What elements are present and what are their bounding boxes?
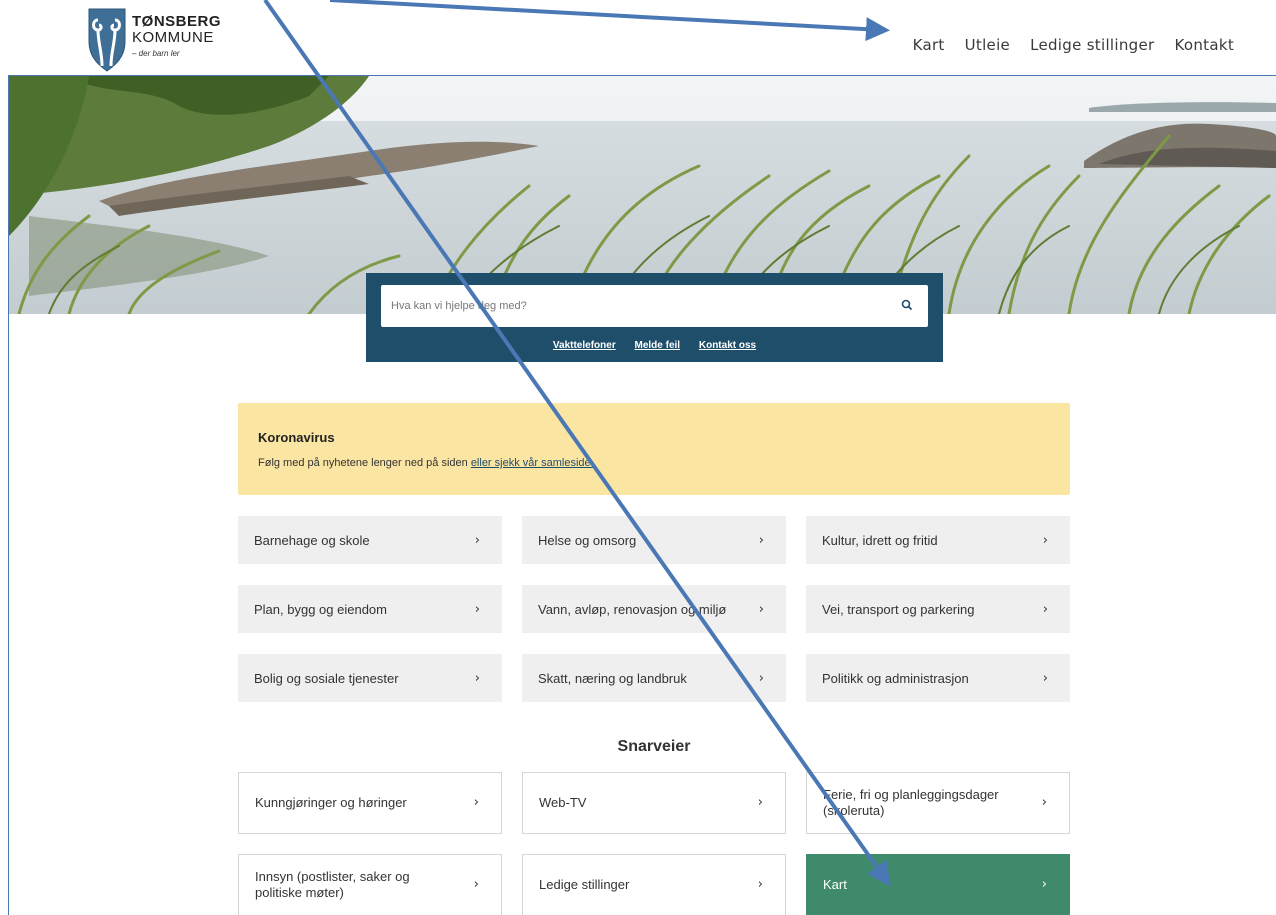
category-label: Bolig og sosiale tjenester — [254, 670, 399, 686]
category-label: Kultur, idrett og fritid — [822, 532, 938, 548]
search-icon[interactable] — [900, 298, 914, 312]
chevron-right-icon: › — [1041, 795, 1047, 811]
shortcut-tile[interactable]: Ledige stillinger › — [522, 854, 786, 915]
chevron-right-icon: › — [1042, 670, 1048, 686]
link-vakttelefoner[interactable]: Vakttelefoner — [553, 340, 616, 351]
chevron-right-icon: › — [1041, 877, 1047, 893]
shortcut-label: Kart — [823, 877, 847, 893]
shortcut-tile[interactable]: Web-TV › — [522, 772, 786, 834]
notice-title: Koronavirus — [258, 430, 335, 445]
shortcuts-heading: Snarveier — [617, 738, 691, 755]
category-label: Barnehage og skole — [254, 532, 370, 548]
top-navigation: Kart Utleie Ledige stillinger Kontakt — [913, 36, 1234, 54]
search-input[interactable] — [381, 285, 881, 327]
shortcut-tile[interactable]: Kunngjøringer og høringer › — [238, 772, 502, 834]
logo-name: TØNSBERG — [132, 13, 222, 30]
category-tile[interactable]: Skatt, næring og landbruk › — [522, 654, 786, 702]
chevron-right-icon: › — [758, 670, 764, 686]
arrow-to-nav-kart — [329, 0, 890, 42]
link-kontakt-oss[interactable]: Kontakt oss — [699, 340, 756, 351]
chevron-right-icon: › — [1042, 532, 1048, 548]
coat-of-arms-icon — [88, 8, 126, 72]
category-tile[interactable]: Helse og omsorg › — [522, 516, 786, 564]
corona-notice: Koronavirus Følg med på nyhetene lenger … — [238, 403, 1070, 495]
nav-kontakt[interactable]: Kontakt — [1174, 36, 1234, 54]
category-label: Vann, avløp, renovasjon og miljø — [538, 601, 727, 617]
nav-kart[interactable]: Kart — [913, 36, 945, 54]
shortcut-tile-kart-active[interactable]: Kart › — [806, 854, 1070, 915]
search-box — [381, 285, 928, 327]
notice-text: Følg med på nyhetene lenger ned på siden… — [258, 457, 594, 469]
chevron-right-icon: › — [757, 877, 763, 893]
category-label: Plan, bygg og eiendom — [254, 601, 387, 617]
category-tile[interactable]: Vann, avløp, renovasjon og miljø › — [522, 585, 786, 633]
category-tile[interactable]: Vei, transport og parkering › — [806, 585, 1070, 633]
nav-utleie[interactable]: Utleie — [965, 36, 1010, 54]
category-tile[interactable]: Bolig og sosiale tjenester › — [238, 654, 502, 702]
category-label: Politikk og administrasjon — [822, 670, 969, 686]
chevron-right-icon: › — [474, 670, 480, 686]
chevron-right-icon: › — [757, 795, 763, 811]
category-tile[interactable]: Plan, bygg og eiendom › — [238, 585, 502, 633]
shortcut-label: Innsyn (postlister, saker og politiske m… — [255, 869, 410, 900]
site-logo[interactable]: TØNSBERG KOMMUNE – der barn ler — [88, 8, 221, 72]
chevron-right-icon: › — [758, 601, 764, 617]
chevron-right-icon: › — [473, 795, 479, 811]
chevron-right-icon: › — [758, 532, 764, 548]
category-tile[interactable]: Politikk og administrasjon › — [806, 654, 1070, 702]
category-tile[interactable]: Barnehage og skole › — [238, 516, 502, 564]
logo-kommune: KOMMUNE — [132, 29, 214, 46]
category-label: Vei, transport og parkering — [822, 601, 975, 617]
shortcut-label: Ledige stillinger — [539, 877, 630, 893]
notice-link[interactable]: eller sjekk vår samleside. — [471, 457, 594, 469]
nav-ledige-stillinger[interactable]: Ledige stillinger — [1030, 36, 1154, 54]
notice-body: Følg med på nyhetene lenger ned på siden — [258, 457, 471, 469]
chevron-right-icon: › — [1042, 601, 1048, 617]
search-panel: Vakttelefoner Melde feil Kontakt oss — [366, 273, 943, 362]
chevron-right-icon: › — [473, 877, 479, 893]
category-tile[interactable]: Kultur, idrett og fritid › — [806, 516, 1070, 564]
chevron-right-icon: › — [474, 532, 480, 548]
shortcut-label: Ferie, fri og planleggingsdager (skoleru… — [823, 787, 999, 818]
category-label: Skatt, næring og landbruk — [538, 670, 687, 686]
logo-tagline: – der barn ler — [132, 49, 180, 58]
shortcut-label: Web-TV — [539, 795, 587, 811]
category-label: Helse og omsorg — [538, 532, 637, 548]
quick-links: Vakttelefoner Melde feil Kontakt oss — [366, 340, 943, 351]
shortcut-label: Kunngjøringer og høringer — [255, 795, 407, 811]
shortcut-tile[interactable]: Innsyn (postlister, saker og politiske m… — [238, 854, 502, 915]
link-melde-feil[interactable]: Melde feil — [635, 340, 681, 351]
shortcut-tile[interactable]: Ferie, fri og planleggingsdager (skoleru… — [806, 772, 1070, 834]
chevron-right-icon: › — [474, 601, 480, 617]
